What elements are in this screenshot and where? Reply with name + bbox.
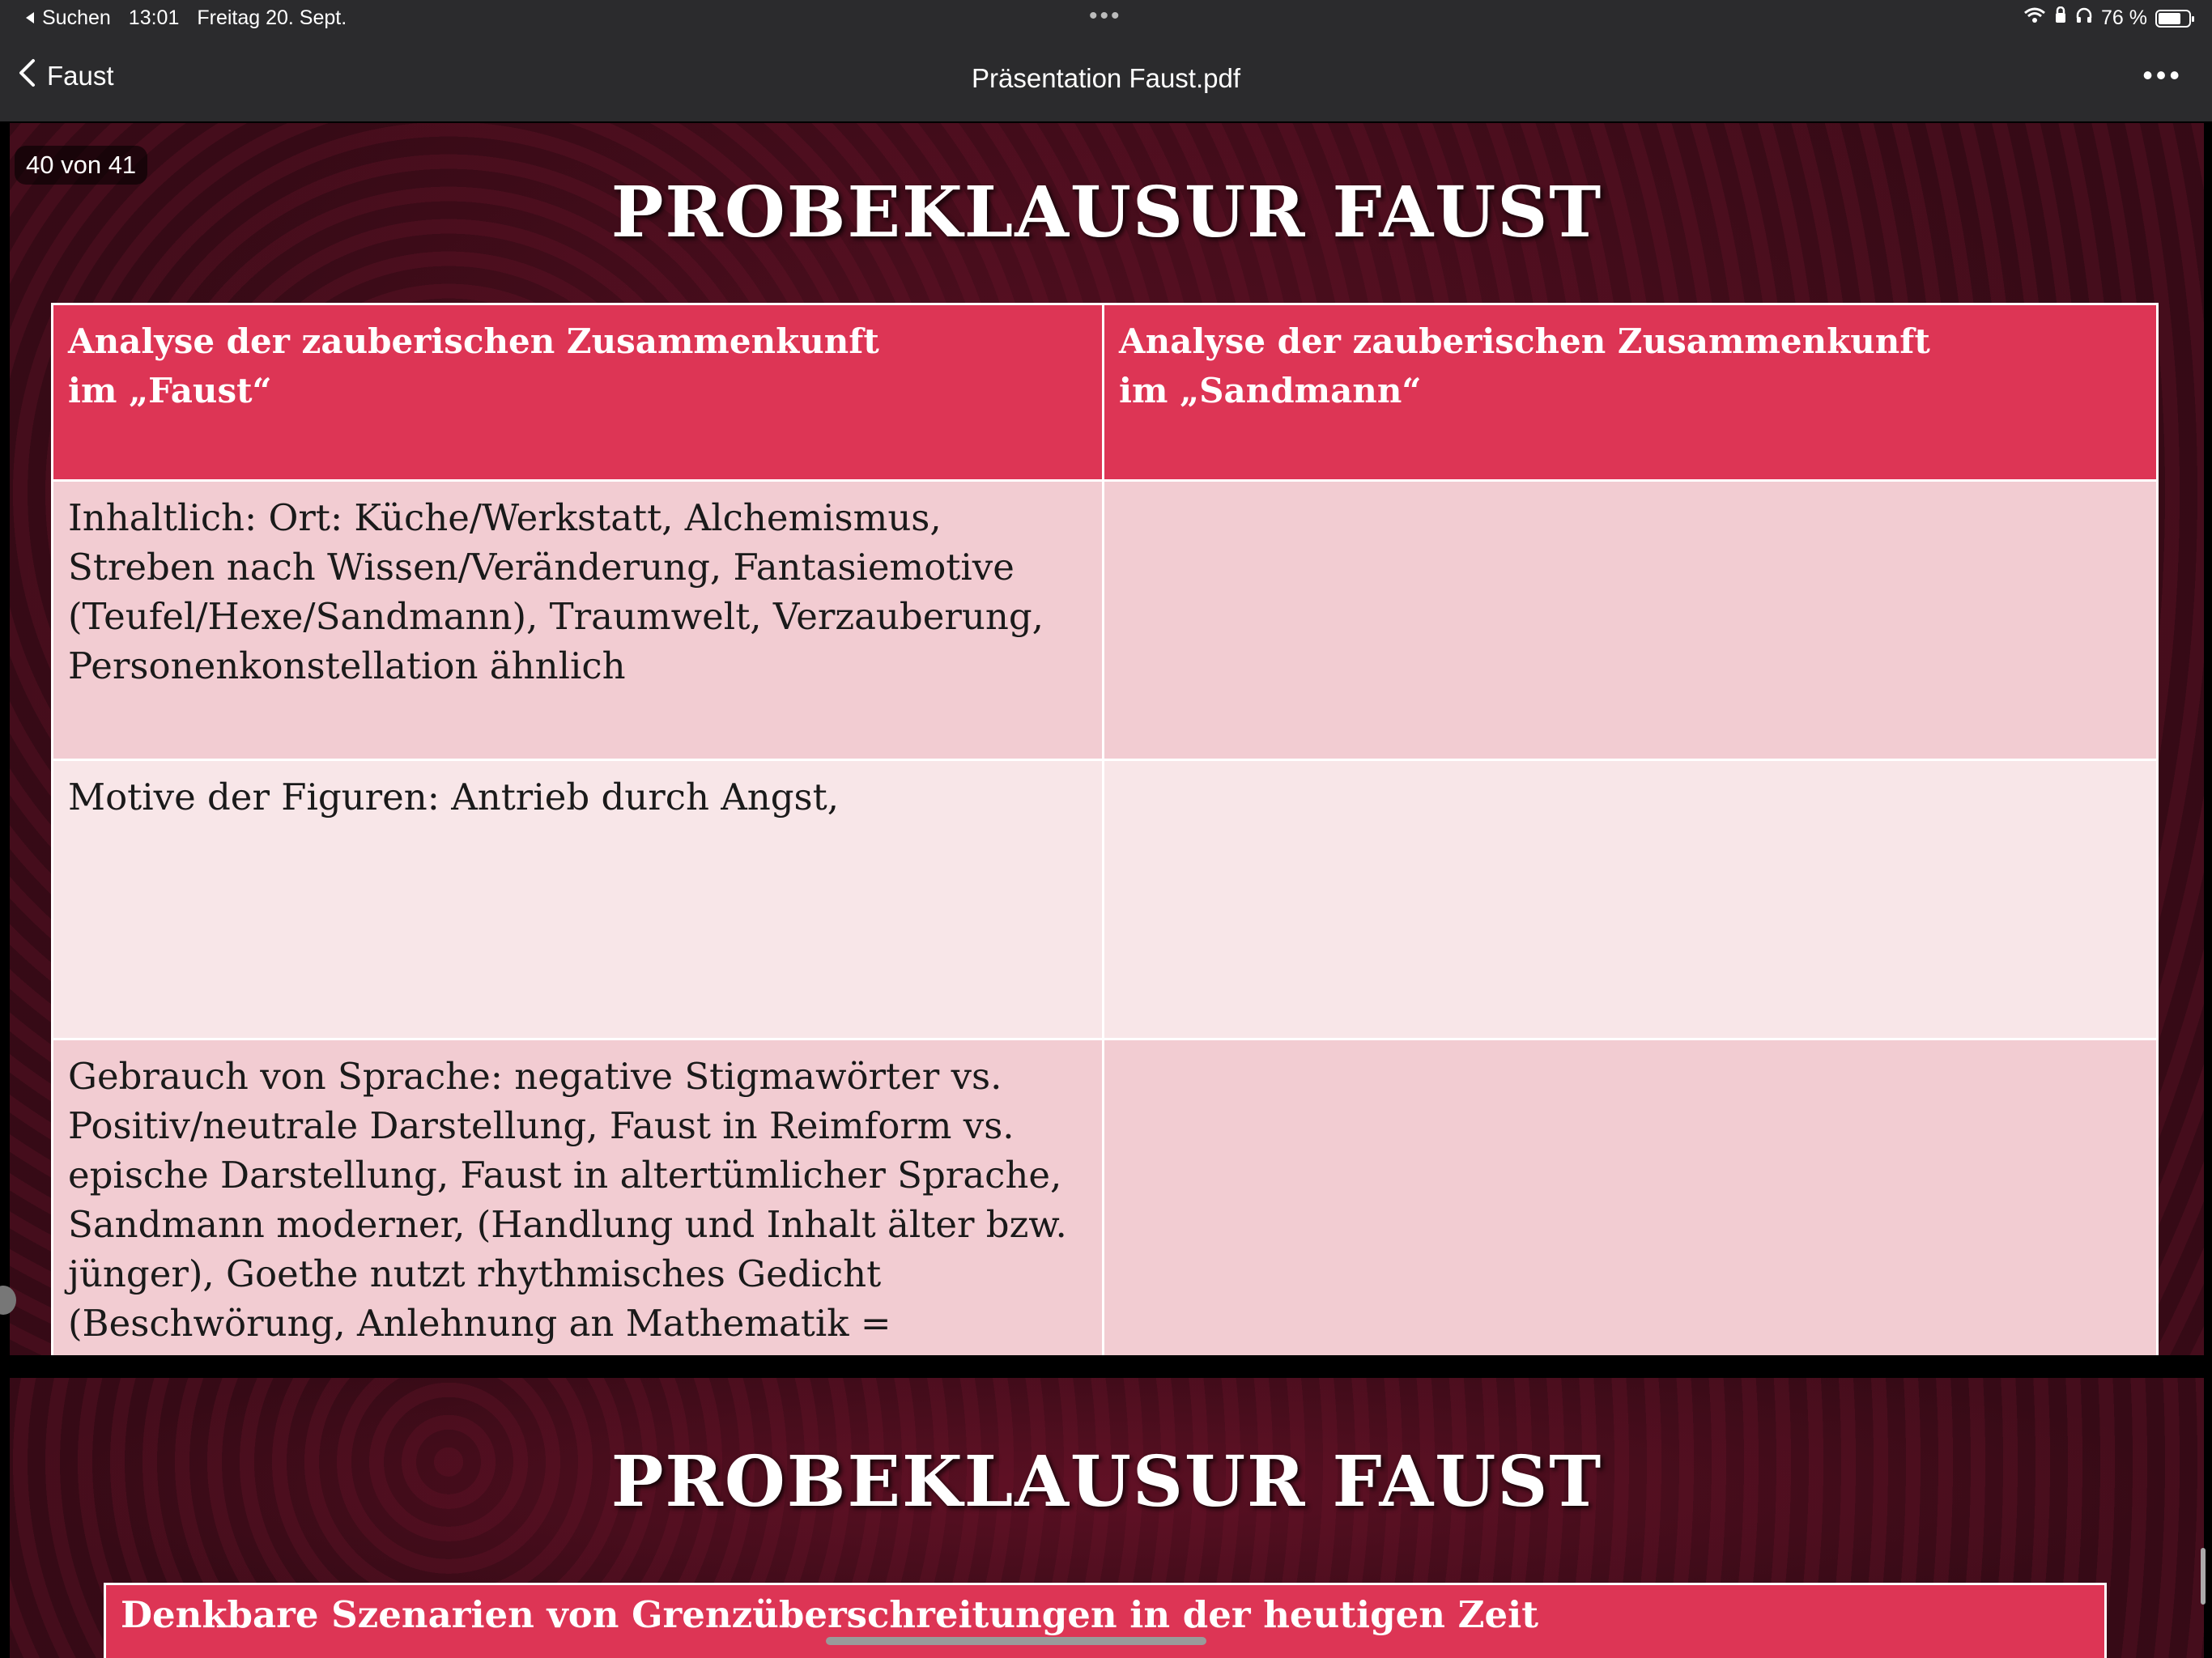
- multitasking-dots-icon[interactable]: •••: [1089, 4, 1122, 28]
- cell-sandmann-language: [1102, 1038, 2159, 1355]
- battery-percent: 76 %: [2101, 6, 2147, 29]
- header-faust: Analyse der zauberischen Zusammenkunft i…: [51, 303, 1104, 482]
- scrollbar[interactable]: [2201, 1548, 2206, 1605]
- home-indicator[interactable]: [826, 1637, 1206, 1645]
- header-sandmann: Analyse der zauberischen Zusammenkunft i…: [1102, 303, 2159, 482]
- back-triangle-icon: [24, 6, 36, 30]
- table-row: Motive der Figuren: Antrieb durch Angst,: [51, 759, 2159, 1040]
- cell-faust-language: Gebrauch von Sprache: negative Stigmawör…: [51, 1038, 1104, 1355]
- back-to-app[interactable]: Suchen: [24, 6, 111, 30]
- more-options-icon[interactable]: •••: [2142, 61, 2183, 90]
- pdf-page-40[interactable]: 40 von 41 PROBEKLAUSUR FAUST Analyse der…: [10, 123, 2204, 1355]
- wifi-icon: [2023, 6, 2046, 30]
- table-row: Inhaltlich: Ort: Küche/Werkstatt, Alchem…: [51, 479, 2159, 761]
- scenarios-heading-box: Denkbare Szenarien von Grenzüberschreitu…: [104, 1583, 2107, 1658]
- document-title: Präsentation Faust.pdf: [971, 63, 1241, 93]
- orientation-lock-icon: [2054, 6, 2067, 30]
- cell-sandmann-motives: [1102, 759, 2159, 1040]
- slide-title: PROBEKLAUSUR FAUST: [610, 172, 1603, 253]
- status-time: 13:01: [128, 6, 180, 29]
- headphones-icon: [2075, 6, 2093, 30]
- back-app-label: Suchen: [42, 6, 111, 29]
- battery-icon: [2155, 9, 2194, 28]
- pdf-page-41[interactable]: PROBEKLAUSUR FAUST Denkbare Szenarien vo…: [10, 1378, 2204, 1658]
- cell-faust-content: Inhaltlich: Ort: Küche/Werkstatt, Alchem…: [51, 479, 1104, 761]
- cell-faust-motives: Motive der Figuren: Antrieb durch Angst,: [51, 759, 1104, 1040]
- status-date: Freitag 20. Sept.: [197, 6, 347, 29]
- comparison-table: Analyse der zauberischen Zusammenkunft i…: [51, 303, 2159, 1355]
- slide-title: PROBEKLAUSUR FAUST: [610, 1441, 1603, 1523]
- navigation-bar: Faust Präsentation Faust.pdf •••: [0, 39, 2212, 121]
- table-row: Gebrauch von Sprache: negative Stigmawör…: [51, 1038, 2159, 1355]
- status-bar: Suchen 13:01 Freitag 20. Sept. ••• 76 %: [0, 0, 2212, 39]
- cell-sandmann-content: [1102, 479, 2159, 761]
- table-header-row: Analyse der zauberischen Zusammenkunft i…: [51, 303, 2159, 482]
